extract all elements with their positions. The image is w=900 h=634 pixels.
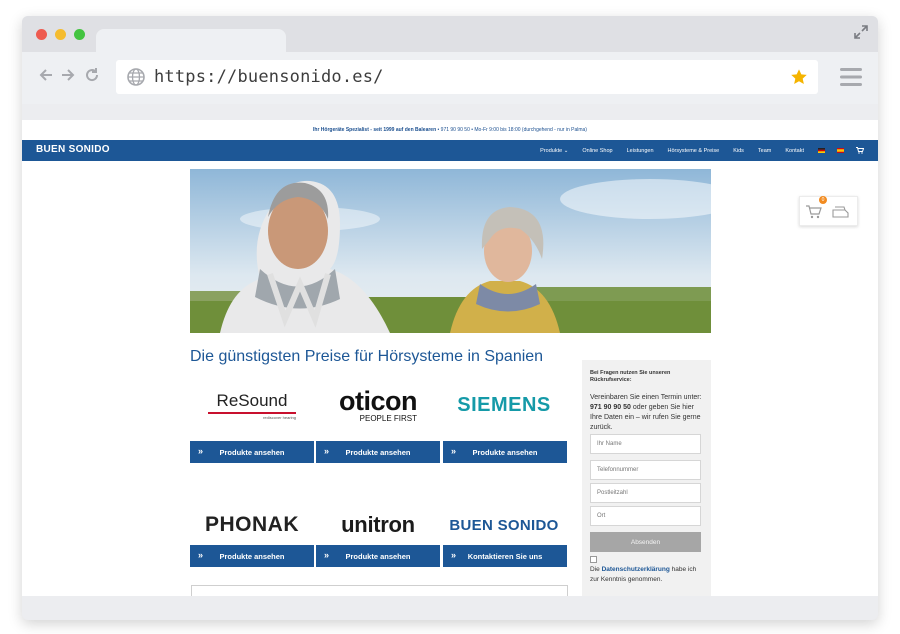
web-page: Ihr Hörgeräte Spezialist - seit 1999 auf…	[22, 120, 878, 596]
main-navigation: BUEN SONIDO Produkte ⌄ Online Shop Leist…	[22, 140, 878, 161]
buensonido-logo-text: BUEN SONIDO	[449, 516, 559, 534]
unitron-logo[interactable]: unitron	[316, 500, 440, 550]
city-input[interactable]: Ort	[590, 506, 701, 526]
browser-tab[interactable]	[96, 29, 286, 52]
bookmark-star-icon[interactable]	[790, 68, 808, 86]
forward-arrow-icon[interactable]	[60, 67, 76, 83]
phonak-logo[interactable]: PHONAK	[190, 500, 314, 550]
top-info-bar: Ihr Hörgeräte Spezialist - seit 1999 auf…	[22, 120, 878, 140]
spanish-flag-icon[interactable]	[837, 148, 844, 153]
resound-logo-text: ReSound	[216, 390, 288, 410]
address-bar[interactable]: https://buensonido.es/	[116, 60, 818, 94]
german-flag-icon[interactable]	[818, 148, 825, 153]
title-bar	[22, 16, 878, 52]
minimize-window-button[interactable]	[55, 29, 66, 40]
topbar-tagline: Ihr Hörgeräte Spezialist - seit 1999 auf…	[313, 127, 437, 133]
resound-products-button[interactable]: » Produkte ansehen	[190, 441, 314, 463]
logo-text: BUEN SONIDO	[36, 144, 110, 155]
nav-kontakt[interactable]: Kontakt	[785, 148, 804, 154]
callback-title: Bei Fragen nutzen Sie unseren Rückrufser…	[590, 370, 671, 383]
phonak-products-button[interactable]: » Produkte ansehen	[190, 545, 314, 567]
browser-toolbar: https://buensonido.es/	[22, 52, 878, 104]
privacy-link[interactable]: Datenschutzerklärung	[602, 566, 670, 573]
cart-icon[interactable]	[856, 147, 864, 154]
hamburger-menu-icon[interactable]	[840, 67, 862, 87]
unitron-products-button[interactable]: » Produkte ansehen	[316, 545, 440, 567]
back-arrow-icon[interactable]	[38, 67, 54, 83]
maximize-window-button[interactable]	[74, 29, 85, 40]
button-label: Produkte ansehen	[345, 551, 411, 561]
button-label: Kontaktieren Sie uns	[467, 551, 543, 561]
nav-kids[interactable]: Kids	[733, 148, 744, 154]
double-chevron-icon: »	[198, 550, 204, 560]
double-chevron-icon: »	[324, 550, 330, 560]
fullscreen-icon[interactable]	[854, 25, 868, 39]
callback-form: Bei Fragen nutzen Sie unseren Rückrufser…	[582, 360, 711, 596]
siemens-products-button[interactable]: » Produkte ansehen	[443, 441, 567, 463]
oticon-tagline: PEOPLE FIRST	[359, 413, 417, 423]
phone-input[interactable]: Telefonnummer	[590, 460, 701, 480]
siemens-logo[interactable]: SIEMENS	[442, 380, 566, 430]
oticon-logo-text: oticon	[339, 385, 418, 416]
floating-cart-widget[interactable]: 0	[799, 196, 858, 226]
button-label: Produkte ansehen	[472, 447, 538, 457]
name-input[interactable]: Ihr Name	[590, 434, 701, 454]
button-label: Produkte ansehen	[219, 551, 285, 561]
buensonido-logo[interactable]: BUEN SONIDO	[442, 500, 566, 550]
siemens-logo-text: SIEMENS	[457, 393, 551, 416]
url-text[interactable]: https://buensonido.es/	[154, 67, 384, 87]
globe-icon	[127, 68, 145, 86]
callback-description: Vereinbaren Sie einen Termin unter: 971 …	[590, 394, 702, 431]
close-window-button[interactable]	[36, 29, 47, 40]
topbar-contact-info: • 971 90 90 50 • Mo-Fr 9:00 bis 18:00 (d…	[437, 127, 587, 133]
oticon-logo[interactable]: oticon PEOPLE FIRST	[316, 380, 440, 430]
double-chevron-icon: »	[451, 446, 457, 456]
site-logo[interactable]: BUEN SONIDO	[36, 144, 110, 155]
nav-produkte[interactable]: Produkte ⌄	[540, 148, 568, 154]
hero-image	[190, 169, 711, 333]
checkout-icon	[832, 206, 849, 218]
resound-logo[interactable]: ReSound rediscover hearing	[190, 380, 314, 430]
browser-window: https://buensonido.es/ Ihr Hörgeräte Spe…	[22, 16, 878, 620]
double-chevron-icon: »	[324, 446, 330, 456]
privacy-checkbox[interactable]	[590, 556, 597, 563]
button-label: Produkte ansehen	[219, 447, 285, 457]
contact-us-button[interactable]: » Kontaktieren Sie uns	[443, 545, 567, 567]
button-label: Produkte ansehen	[345, 447, 411, 457]
shopping-cart-icon	[806, 205, 822, 219]
oticon-products-button[interactable]: » Produkte ansehen	[316, 441, 440, 463]
cart-count-badge: 0	[819, 196, 827, 204]
double-chevron-icon: »	[198, 446, 204, 456]
callback-phone[interactable]: 971 90 90 50	[590, 404, 631, 411]
unitron-logo-text: unitron	[341, 512, 415, 537]
resound-tagline: rediscover hearing	[263, 414, 296, 420]
content-box	[191, 585, 568, 596]
resound-underline	[208, 411, 296, 414]
page-heading: Die günstigsten Preise für Hörsysteme in…	[190, 348, 544, 365]
double-chevron-icon: »	[451, 550, 457, 560]
nav-online-shop[interactable]: Online Shop	[582, 148, 612, 154]
phonak-logo-text: PHONAK	[204, 513, 299, 536]
nav-leistungen[interactable]: Leistungen	[627, 148, 654, 154]
nav-team[interactable]: Team	[758, 148, 771, 154]
nav-hoersysteme[interactable]: Hörsysteme & Preise	[668, 148, 720, 154]
submit-button[interactable]: Absenden	[590, 532, 701, 552]
reload-icon[interactable]	[84, 67, 100, 83]
zip-input[interactable]: Postleitzahl	[590, 483, 701, 503]
privacy-text: Die Datenschutzerklärung habe ich zur Ke…	[590, 566, 697, 583]
